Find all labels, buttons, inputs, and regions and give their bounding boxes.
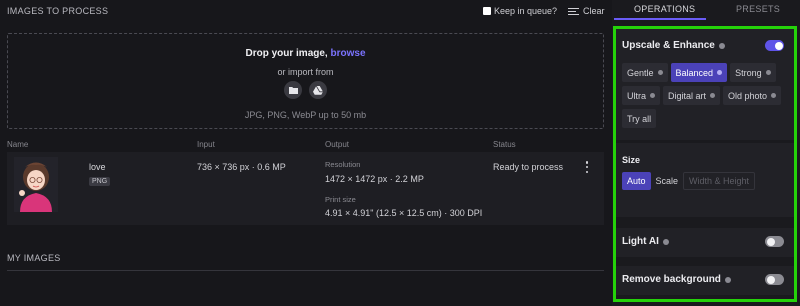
images-pane: IMAGES TO PROCESS Keep in queue? Clear D… [0, 0, 612, 306]
size-card: Size Auto Scale Width & Height [616, 143, 794, 217]
browse-link[interactable]: browse [331, 48, 366, 59]
keep-in-queue-label: Keep in queue? [494, 6, 558, 16]
info-icon [710, 93, 716, 98]
images-to-process-title: IMAGES TO PROCESS [7, 6, 109, 16]
remove-background-toggle[interactable] [765, 274, 784, 285]
size-scale-option[interactable]: Scale [651, 172, 684, 190]
table-header: Name Input Output Status [0, 140, 612, 152]
column-output: Output [325, 140, 350, 149]
mode-gentle[interactable]: Gentle [622, 63, 668, 82]
size-width-height-option[interactable]: Width & Height [683, 172, 756, 190]
info-icon [657, 70, 663, 75]
file-type-badge: PNG [89, 177, 111, 186]
table-row[interactable]: love PNG 736 × 736 px · 0.6 MP Resolutio… [7, 152, 604, 225]
remove-background-label: Remove background [622, 274, 721, 285]
size-title: Size [622, 155, 641, 165]
drop-zone[interactable]: Drop your image, browse or import from J… [7, 33, 604, 129]
light-ai-label: Light AI [622, 236, 659, 247]
keep-in-queue-checkbox[interactable]: Keep in queue? [483, 6, 557, 16]
mode-old-photo-label: Old photo [728, 90, 768, 101]
mode-old-photo[interactable]: Old photo [723, 86, 782, 105]
info-icon [650, 93, 656, 98]
print-size-label: Print size [325, 195, 356, 204]
info-icon[interactable] [724, 276, 731, 283]
my-images-title: MY IMAGES [7, 253, 61, 263]
mode-ultra-label: Ultra [627, 90, 647, 101]
row-status: Ready to process [493, 162, 564, 172]
more-options-icon[interactable] [585, 161, 589, 173]
import-sources [8, 81, 603, 99]
upscale-mode-options: Gentle Balanced Strong Ultra Digital art… [622, 63, 790, 128]
resolution-label: Resolution [325, 160, 361, 169]
column-input: Input [197, 140, 215, 149]
mode-try-all[interactable]: Try all [622, 109, 657, 128]
size-auto-option[interactable]: Auto [622, 172, 651, 190]
info-icon [717, 70, 723, 75]
mode-try-all-label: Try all [627, 113, 652, 124]
clear-label: Clear [583, 6, 605, 16]
info-icon[interactable] [718, 42, 725, 49]
mode-balanced[interactable]: Balanced [670, 63, 728, 82]
upscale-enhance-title: Upscale & Enhance [622, 40, 725, 51]
upscale-enhance-card: Upscale & Enhance Gentle Balanced Strong… [616, 29, 794, 140]
clear-list-icon [568, 7, 579, 15]
mode-digital-art[interactable]: Digital art [663, 86, 721, 105]
import-from-text: or import from [277, 67, 334, 77]
settings-tabs: OPERATIONS PRESETS [612, 0, 800, 20]
active-tab-indicator [614, 18, 706, 20]
info-icon[interactable] [662, 238, 669, 245]
upscale-enhance-label: Upscale & Enhance [622, 40, 715, 51]
upscale-enhance-toggle[interactable] [765, 40, 784, 51]
print-size-value: 4.91 × 4.91" (12.5 × 12.5 cm) · 300 DPI [325, 208, 483, 218]
mode-digital-art-label: Digital art [668, 90, 707, 101]
output-resolution: 1472 × 1472 px · 2.2 MP [325, 174, 424, 184]
images-header: IMAGES TO PROCESS Keep in queue? Clear [0, 0, 612, 24]
light-ai-title: Light AI [622, 236, 669, 247]
tab-presets[interactable]: PRESETS [736, 4, 780, 14]
mode-strong-label: Strong [735, 67, 762, 78]
column-name: Name [7, 140, 29, 149]
folder-icon[interactable] [284, 81, 302, 99]
info-icon [765, 70, 771, 75]
mode-balanced-label: Balanced [675, 67, 714, 78]
mode-strong[interactable]: Strong [730, 63, 776, 82]
light-ai-toggle[interactable] [765, 236, 784, 247]
google-drive-icon[interactable] [309, 81, 327, 99]
file-name: love [89, 162, 106, 172]
checkbox-box[interactable] [483, 7, 491, 15]
divider [7, 270, 604, 271]
image-thumbnail [14, 157, 58, 212]
drop-headline: Drop your image, browse [8, 48, 603, 59]
remove-background-title: Remove background [622, 274, 731, 285]
tab-operations[interactable]: OPERATIONS [634, 4, 695, 14]
column-status: Status [493, 140, 516, 149]
input-dimensions: 736 × 736 px · 0.6 MP [197, 162, 286, 172]
light-ai-card: Light AI [616, 228, 794, 257]
mode-gentle-label: Gentle [627, 67, 654, 78]
supported-formats-text: JPG, PNG, WebP up to 50 mb [244, 110, 367, 120]
info-icon [771, 93, 777, 98]
size-mode-selector: Auto Scale Width & Height [622, 172, 756, 190]
remove-background-card: Remove background [616, 266, 794, 295]
clear-button[interactable]: Clear [568, 6, 605, 16]
mode-ultra[interactable]: Ultra [622, 86, 661, 105]
drop-headline-text: Drop your image, [245, 48, 328, 59]
